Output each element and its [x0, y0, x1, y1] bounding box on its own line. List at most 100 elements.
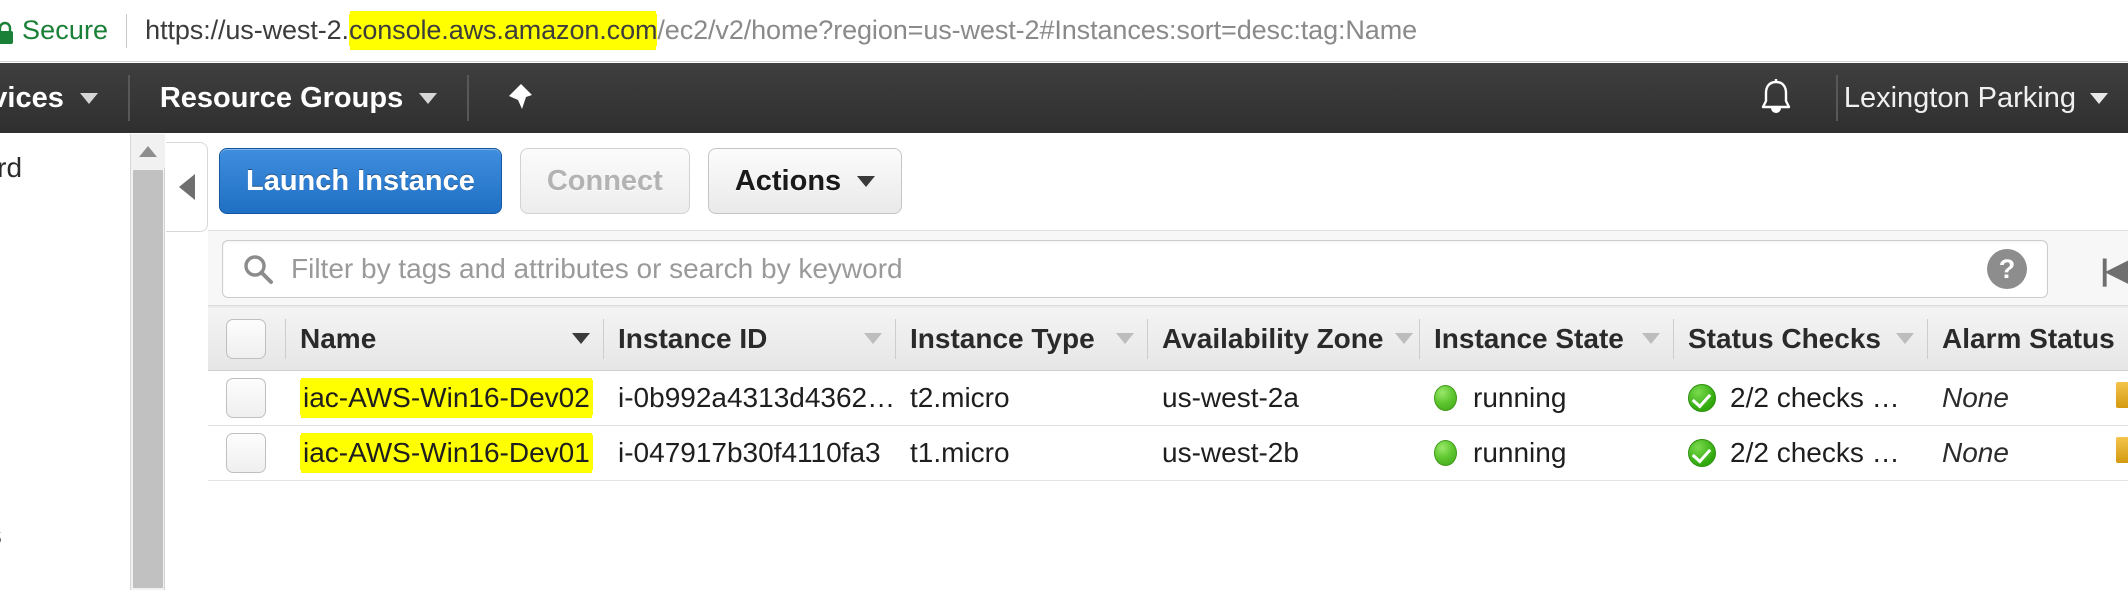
chevron-down-icon	[857, 175, 876, 187]
cell-instance-state: running	[1420, 425, 1674, 481]
chevron-down-icon[interactable]	[1395, 333, 1414, 344]
nav-services-menu[interactable]: rvices	[0, 63, 122, 133]
lock-icon	[0, 20, 16, 44]
instance-state-label: running	[1473, 437, 1567, 468]
chevron-down-icon	[2090, 92, 2108, 104]
alarm-bell-icon[interactable]	[2116, 437, 2128, 463]
sidebar-item-dashboard[interactable]: oard	[0, 152, 22, 184]
column-header-availability-zone[interactable]: Availability Zone	[1148, 306, 1420, 371]
cell-instance-id: i-0b992a4313d4362…	[604, 370, 896, 426]
chevron-down-icon[interactable]	[1642, 333, 1660, 344]
search-input[interactable]: Filter by tags and attributes or search …	[222, 240, 2048, 298]
chevron-down-icon[interactable]	[1896, 333, 1914, 344]
row-select-cell[interactable]	[208, 425, 286, 481]
url-prefix: https://us-west-2.	[145, 15, 349, 45]
row-select-cell[interactable]	[208, 370, 286, 426]
url-suffix: /ec2/v2/home?region=us-west-2#Instances:…	[657, 15, 1418, 45]
green-dot-icon	[1434, 440, 1457, 466]
instance-name-label: iac-AWS-Win16-Dev02	[300, 380, 593, 415]
row-checkbox[interactable]	[226, 378, 266, 418]
account-menu[interactable]: Lexington Parking	[1844, 82, 2128, 115]
scrollbar-thumb[interactable]	[133, 170, 163, 588]
column-header-instance-type[interactable]: Instance Type	[896, 306, 1148, 371]
nav-separator	[127, 75, 130, 121]
triangle-up-icon[interactable]	[131, 134, 165, 168]
cell-instance-type: t2.micro	[896, 370, 1148, 426]
filter-bar: Filter by tags and attributes or search …	[208, 230, 2128, 306]
column-header-instance-id[interactable]: Instance ID	[604, 306, 896, 371]
search-placeholder: Filter by tags and attributes or search …	[291, 253, 903, 284]
browser-address-bar[interactable]: Secure https://us-west-2.console.aws.ama…	[0, 0, 2128, 62]
table-row[interactable]: iac-AWS-Win16-Dev01 i-047917b30f4110fa3 …	[208, 425, 2128, 481]
select-all-header[interactable]	[208, 306, 286, 371]
chevron-down-icon[interactable]	[864, 333, 882, 344]
cell-availability-zone: us-west-2a	[1148, 370, 1420, 426]
green-check-icon	[1688, 439, 1716, 467]
cell-instance-type: t1.micro	[896, 425, 1148, 481]
column-header-label: Instance ID	[618, 322, 768, 354]
nav-separator	[1835, 75, 1838, 121]
chevron-down-icon	[79, 92, 98, 104]
left-navigation-panel: oard sts	[0, 134, 131, 590]
url-text[interactable]: https://us-west-2.console.aws.amazon.com…	[145, 14, 1418, 46]
status-checks-label: 2/2 checks …	[1730, 382, 1900, 413]
sidebar-scrollbar[interactable]	[131, 134, 165, 590]
bell-icon[interactable]	[1756, 76, 1796, 120]
column-header-label: Alarm Status	[1942, 322, 2115, 354]
cell-name[interactable]: iac-AWS-Win16-Dev02	[286, 370, 604, 426]
cell-status-checks[interactable]: 2/2 checks …	[1674, 370, 1928, 426]
table-row[interactable]: iac-AWS-Win16-Dev02 i-0b992a4313d4362… t…	[208, 370, 2128, 426]
cell-name[interactable]: iac-AWS-Win16-Dev01	[286, 425, 604, 481]
connect-button: Connect	[519, 148, 690, 214]
column-header-label: Instance Type	[910, 322, 1095, 354]
column-header-name[interactable]: Name	[286, 306, 604, 371]
main-content: Launch Instance Connect Actions Filter b…	[208, 134, 2128, 590]
column-header-status-checks[interactable]: Status Checks	[1674, 306, 1928, 371]
green-dot-icon	[1434, 385, 1457, 411]
sidebar-item-requests[interactable]: sts	[0, 519, 2, 551]
cell-instance-state: running	[1420, 370, 1674, 426]
cell-instance-id: i-047917b30f4110fa3	[604, 425, 896, 481]
question-mark-icon[interactable]: ?	[1987, 249, 2027, 289]
instance-name-label: iac-AWS-Win16-Dev01	[300, 435, 593, 470]
column-header-label: Availability Zone	[1162, 322, 1384, 354]
alarm-status-label: None	[1942, 437, 2009, 468]
select-all-checkbox[interactable]	[226, 318, 266, 359]
alarm-status-label: None	[1942, 382, 2009, 413]
url-highlighted-host: console.aws.amazon.com	[348, 14, 658, 46]
actions-label: Actions	[734, 164, 842, 197]
actions-button[interactable]: Actions	[707, 148, 903, 214]
instances-table: Name Instance ID Instance Type Availabil…	[208, 306, 2128, 481]
nav-resource-groups-label: Resource Groups	[159, 81, 404, 114]
address-divider	[126, 13, 128, 48]
status-checks-label: 2/2 checks …	[1730, 437, 1900, 468]
green-check-icon	[1688, 384, 1716, 412]
nav-resource-groups-menu[interactable]: Resource Groups	[136, 63, 461, 133]
instances-toolbar: Launch Instance Connect Actions	[219, 148, 903, 214]
row-checkbox[interactable]	[226, 433, 266, 473]
secure-label: Secure	[22, 15, 109, 45]
cell-alarm-status[interactable]: None	[1928, 425, 2128, 481]
sidebar-collapse-button[interactable]	[166, 142, 208, 232]
cell-alarm-status[interactable]: None	[1928, 370, 2128, 426]
page-body: oard sts Launch Instance Connect Actions	[0, 134, 2128, 590]
nav-services-label: rvices	[0, 81, 64, 114]
instance-state-label: running	[1473, 382, 1567, 413]
column-header-label: Status Checks	[1688, 322, 1881, 354]
pagination-first-button[interactable]: |◀	[2101, 253, 2128, 288]
account-label: Lexington Parking	[1843, 81, 2076, 114]
nav-separator	[467, 75, 470, 121]
chevron-down-icon	[419, 92, 438, 104]
pin-icon[interactable]	[501, 81, 535, 115]
launch-instance-button[interactable]: Launch Instance	[219, 148, 502, 214]
column-header-label: Instance State	[1434, 322, 1624, 354]
column-header-alarm-status[interactable]: Alarm Status	[1928, 306, 2128, 371]
column-header-instance-state[interactable]: Instance State	[1420, 306, 1674, 371]
alarm-bell-icon[interactable]	[2116, 382, 2128, 408]
chevron-down-icon[interactable]	[1116, 333, 1134, 344]
cell-availability-zone: us-west-2b	[1148, 425, 1420, 481]
chevron-down-icon[interactable]	[572, 333, 590, 344]
cell-status-checks[interactable]: 2/2 checks …	[1674, 425, 1928, 481]
table-header-row: Name Instance ID Instance Type Availabil…	[208, 306, 2128, 371]
column-header-label: Name	[300, 322, 377, 354]
